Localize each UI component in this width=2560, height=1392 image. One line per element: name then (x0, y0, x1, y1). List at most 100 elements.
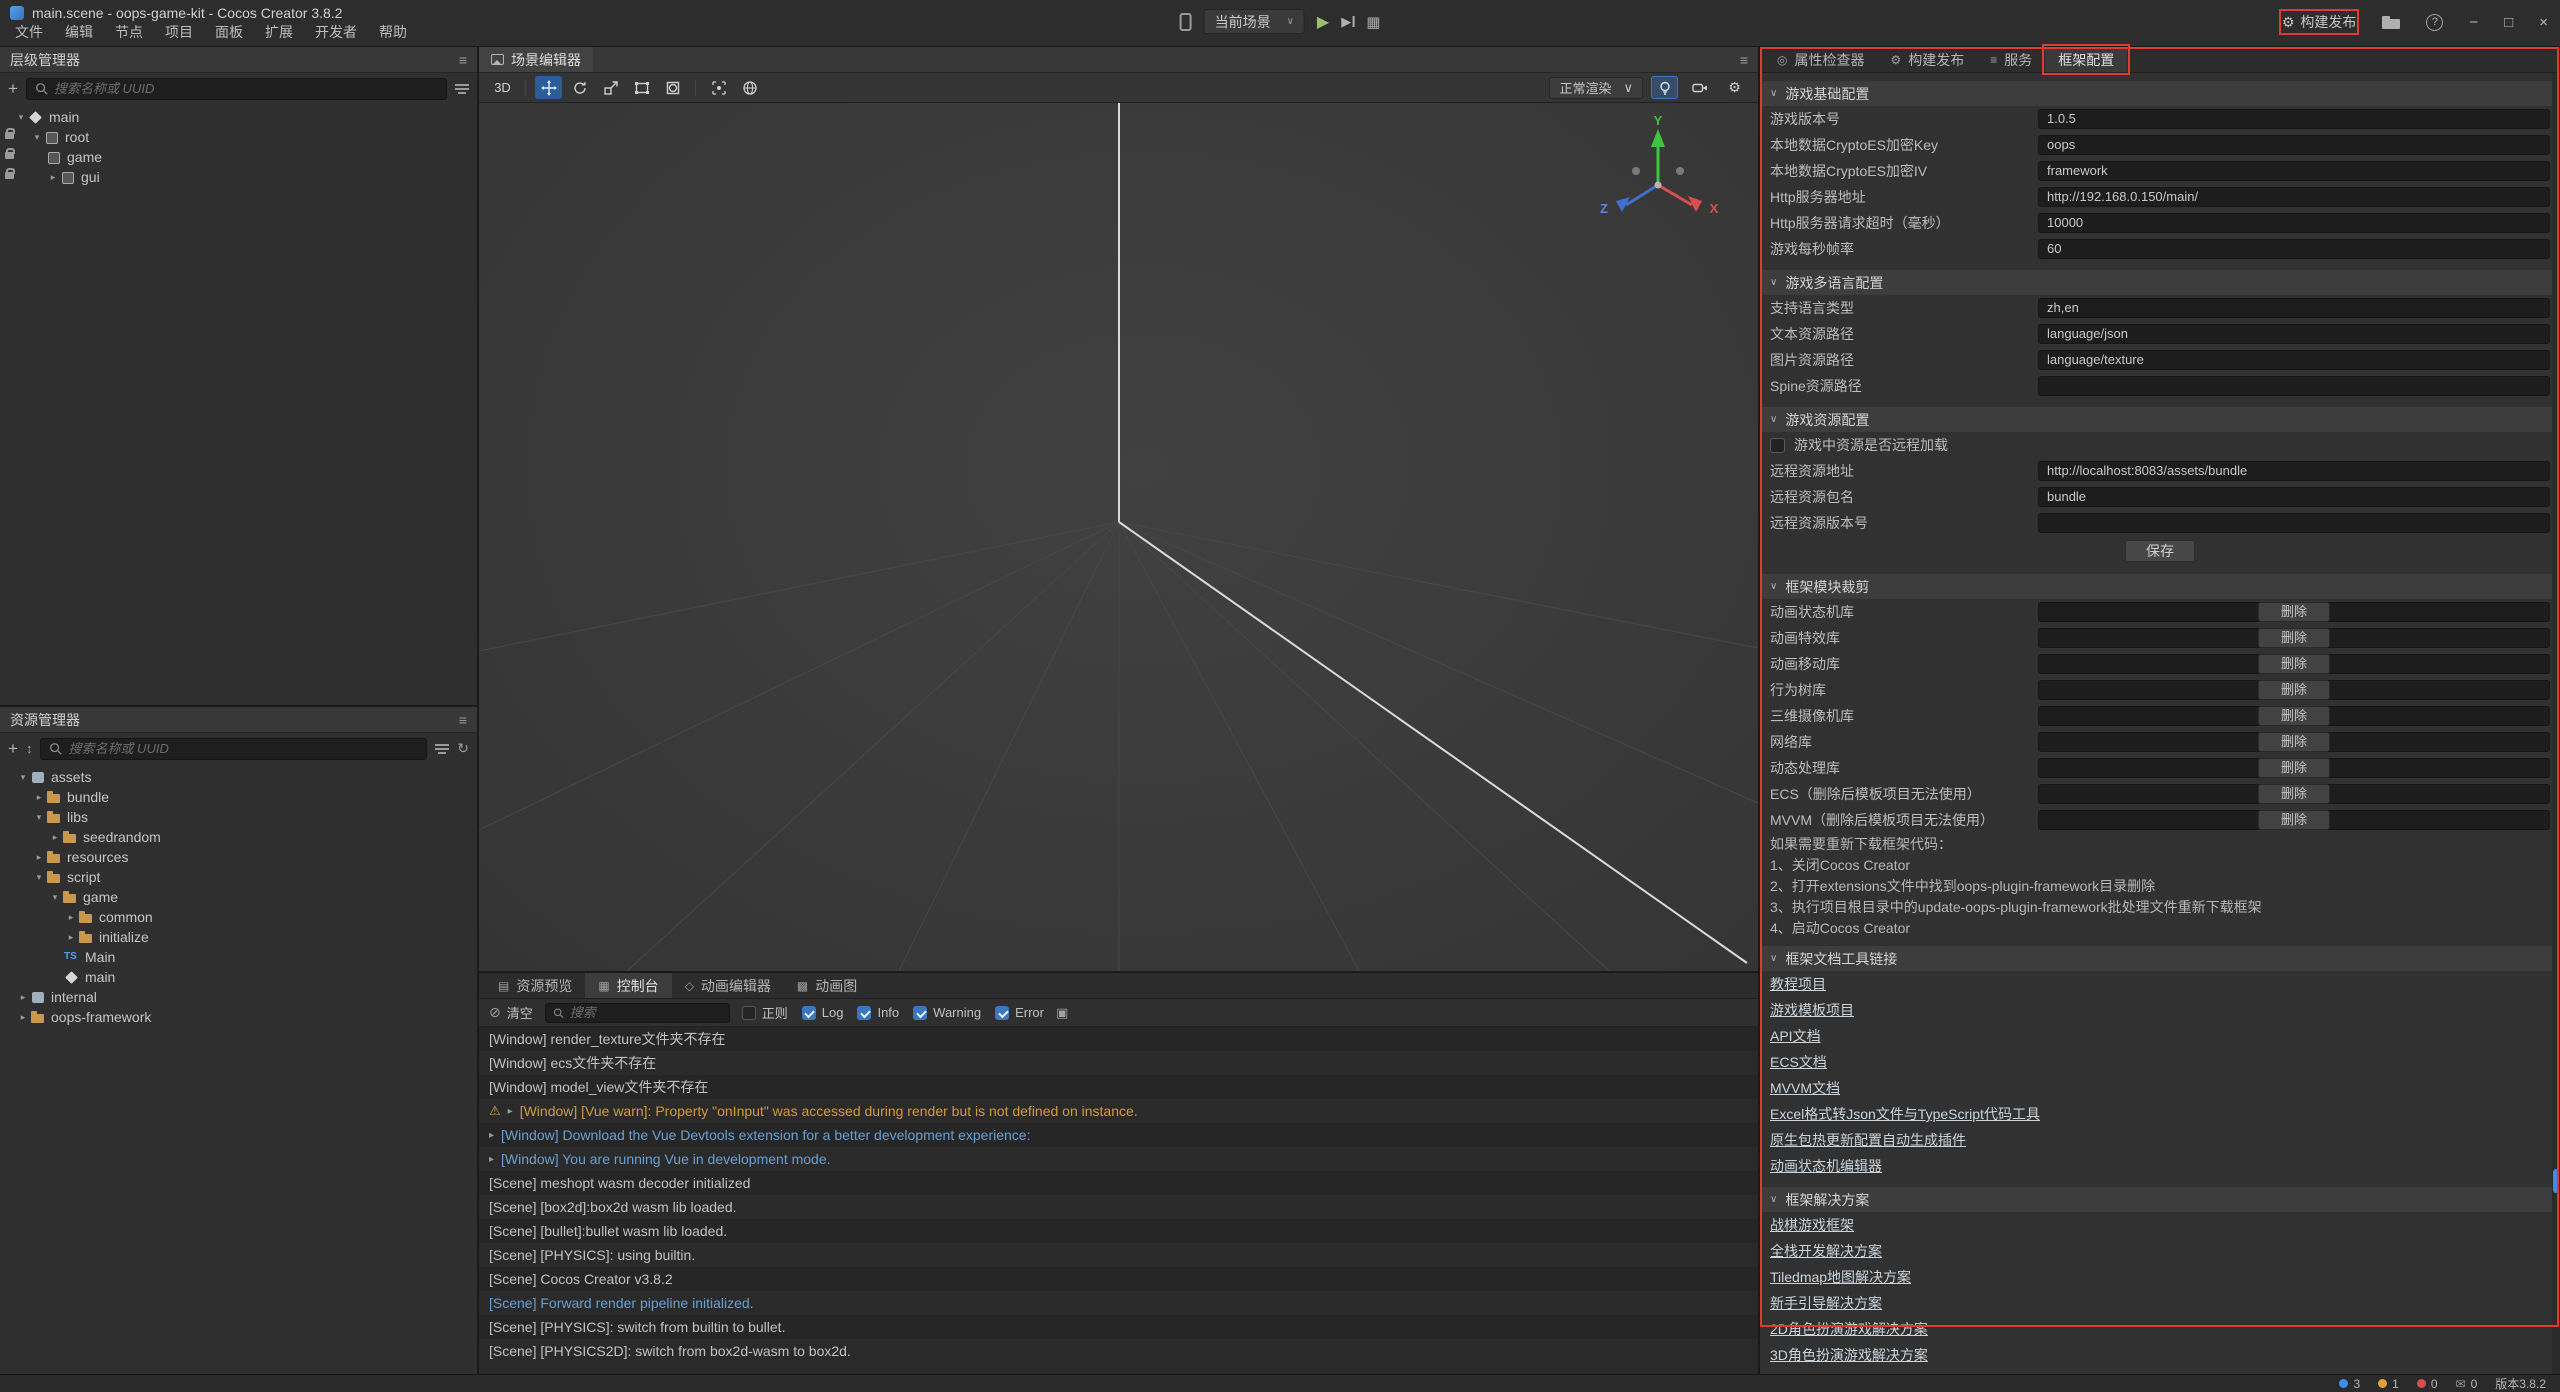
pivot-toggle-button[interactable] (705, 76, 732, 99)
menu-item[interactable]: 面板 (204, 19, 254, 45)
console-tab[interactable]: 资源预览 (485, 973, 585, 998)
tree-node[interactable]: main (0, 107, 477, 127)
rotate-tool-button[interactable] (566, 76, 593, 99)
close-button[interactable]: × (2539, 14, 2548, 31)
layout-grid-icon[interactable]: ▦ (1366, 13, 1380, 31)
tree-node[interactable]: script (0, 867, 477, 887)
expand-arrow[interactable] (32, 852, 46, 863)
menu-item[interactable]: 节点 (104, 19, 154, 45)
expand-arrow[interactable] (14, 112, 28, 123)
menu-item[interactable]: 开发者 (304, 19, 368, 45)
value-input[interactable]: 1.0.5 (2038, 109, 2550, 129)
minimize-button[interactable]: − (2469, 14, 2478, 31)
add-asset-button[interactable]: + (8, 740, 18, 757)
tree-node[interactable]: assets (0, 767, 477, 787)
doc-link[interactable]: 原生包热更新配置自动生成插件 (1770, 1130, 1966, 1150)
doc-link[interactable]: Excel格式转Json文件与TypeScript代码工具 (1770, 1104, 2040, 1124)
console-log-row[interactable]: [Scene] meshopt wasm decoder initialized (479, 1171, 1758, 1195)
inspector-tab[interactable]: 构建发布 (1877, 47, 1977, 72)
tree-node[interactable]: libs (0, 807, 477, 827)
console-log-row[interactable]: ▸ [Window] Download the Vue Devtools ext… (479, 1123, 1758, 1147)
move-tool-button[interactable] (535, 76, 562, 99)
console-log-row[interactable]: ▸ [Window] You are running Vue in develo… (479, 1147, 1758, 1171)
log-filter-checkbox[interactable]: Warning (913, 1005, 981, 1020)
section-chevron-icon[interactable]: ∨ (1770, 953, 1777, 964)
value-input[interactable]: language/json (2038, 324, 2550, 344)
tree-node[interactable]: seedrandom (0, 827, 477, 847)
doc-link[interactable]: 教程项目 (1770, 974, 1826, 994)
scale-tool-button[interactable] (597, 76, 624, 99)
world-local-toggle-button[interactable] (736, 76, 763, 99)
play-button[interactable]: ▶ (1317, 12, 1329, 32)
value-input[interactable]: 60 (2038, 239, 2550, 259)
notification-count[interactable]: ✉ 0 (2456, 1377, 2478, 1391)
section-chevron-icon[interactable]: ∨ (1770, 1194, 1777, 1205)
value-input[interactable]: zh,en (2038, 298, 2550, 318)
console-tab[interactable]: 控制台 (585, 973, 671, 998)
expand-arrow[interactable] (64, 932, 78, 943)
expand-arrow[interactable]: ▸ (508, 1106, 513, 1117)
lighting-toggle-button[interactable] (1651, 76, 1678, 99)
collapse-logs-icon[interactable]: ▣ (1056, 1005, 1068, 1021)
log-filter-checkbox[interactable]: 正则 (742, 1003, 788, 1022)
preview-device-icon[interactable] (1180, 13, 1192, 31)
rect-tool-button[interactable] (628, 76, 655, 99)
help-icon[interactable]: ? (2426, 14, 2443, 31)
scene-select-dropdown[interactable]: 当前场景 ∨ (1204, 9, 1305, 34)
assets-filter-icon[interactable] (435, 743, 449, 755)
value-input[interactable]: http://192.168.0.150/main/ (2038, 187, 2550, 207)
expand-arrow[interactable] (16, 992, 30, 1003)
delete-button[interactable]: 删除 (2258, 732, 2330, 752)
open-project-folder-icon[interactable] (2382, 16, 2400, 29)
clear-console-button[interactable]: ⊘ 清空 (489, 1003, 533, 1022)
scene-menu-icon[interactable]: ≡ (1740, 52, 1748, 68)
lock-icon[interactable] (5, 172, 14, 179)
log-filter-checkbox[interactable]: Error (995, 1005, 1044, 1020)
console-tab[interactable]: 动画图 (784, 973, 870, 998)
tree-node[interactable]: initialize (0, 927, 477, 947)
sort-assets-icon[interactable]: ↕ (26, 741, 33, 756)
inspector-tab[interactable]: 属性检查器 (1764, 47, 1877, 72)
value-input[interactable]: framework (2038, 161, 2550, 181)
tree-node[interactable]: bundle (0, 787, 477, 807)
camera-settings-button[interactable] (1686, 76, 1713, 99)
scene-viewport[interactable]: Y X Z (479, 103, 1758, 971)
doc-link[interactable]: 战棋游戏框架 (1770, 1215, 1854, 1235)
doc-link[interactable]: 2D角色扮演游戏解决方案 (1770, 1319, 1928, 1339)
expand-arrow[interactable] (32, 812, 46, 823)
refresh-assets-icon[interactable]: ↻ (457, 740, 469, 757)
warning-count[interactable]: 1 (2378, 1377, 2399, 1391)
console-log-row[interactable]: [Window] ecs文件夹不存在 (479, 1051, 1758, 1075)
expand-arrow[interactable]: ▸ (489, 1130, 494, 1141)
delete-button[interactable]: 删除 (2258, 706, 2330, 726)
log-count[interactable]: 3 (2339, 1377, 2360, 1391)
delete-button[interactable]: 删除 (2258, 810, 2330, 830)
delete-button[interactable]: 删除 (2258, 654, 2330, 674)
lock-icon[interactable] (5, 132, 14, 139)
console-log-row[interactable]: [Scene] [PHYSICS]: using builtin. (479, 1243, 1758, 1267)
orientation-gizmo[interactable]: Y X Z (1580, 113, 1730, 243)
value-input[interactable]: 10000 (2038, 213, 2550, 233)
tree-node[interactable]: game (0, 887, 477, 907)
tree-node[interactable]: root (0, 127, 477, 147)
step-button[interactable]: ▶ (1341, 14, 1354, 30)
tree-node[interactable]: game (0, 147, 477, 167)
add-node-button[interactable]: + (8, 80, 18, 97)
section-chevron-icon[interactable]: ∨ (1770, 277, 1777, 288)
view-mode-3d-button[interactable]: 3D (489, 76, 516, 99)
value-input[interactable]: language/texture (2038, 350, 2550, 370)
delete-button[interactable]: 删除 (2258, 784, 2330, 804)
console-log-row[interactable]: [Scene] [PHYSICS]: switch from builtin t… (479, 1315, 1758, 1339)
doc-link[interactable]: 新手引导解决方案 (1770, 1293, 1882, 1313)
section-chevron-icon[interactable]: ∨ (1770, 581, 1777, 592)
section-chevron-icon[interactable]: ∨ (1770, 88, 1777, 99)
inspector-tab[interactable]: 框架配置 (2045, 47, 2127, 72)
delete-button[interactable]: 删除 (2258, 758, 2330, 778)
scene-settings-button[interactable]: ⚙ (1721, 76, 1748, 99)
value-input[interactable]: http://localhost:8083/assets/bundle (2038, 461, 2550, 481)
assets-menu-icon[interactable]: ≡ (459, 712, 467, 728)
console-tab[interactable]: 动画编辑器 (672, 973, 784, 998)
delete-button[interactable]: 删除 (2258, 680, 2330, 700)
expand-arrow[interactable] (32, 872, 46, 883)
tree-node[interactable]: resources (0, 847, 477, 867)
